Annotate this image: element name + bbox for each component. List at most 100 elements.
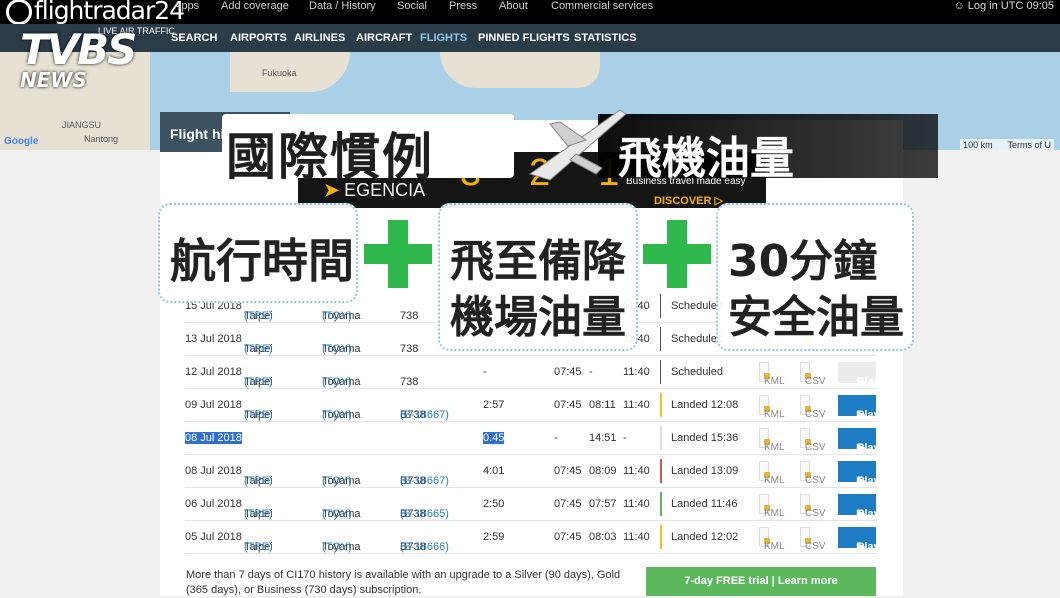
flight-status: Landed 12:02 bbox=[671, 531, 739, 543]
map-label-nantong: Nantong bbox=[84, 134, 119, 144]
history-footnote: More than 7 days of CI170 history is ava… bbox=[186, 569, 621, 596]
from-code[interactable]: (TPE) bbox=[244, 475, 273, 487]
from-code[interactable]: (TPE) bbox=[244, 508, 273, 520]
callout-flight-time-text: 航行時間 bbox=[170, 234, 354, 288]
table-row[interactable]: 12 Jul 2018 Taipei (TPE) Toyama (TOY) 738 -… bbox=[185, 356, 880, 389]
from-code[interactable]: (TPE) bbox=[244, 409, 273, 421]
to-code[interactable]: (TOY) bbox=[322, 343, 352, 355]
kml-label: KML bbox=[764, 541, 785, 552]
top-bar: flightradar24 Apps Add coverage Data / H… bbox=[0, 0, 1060, 25]
aircraft-reg[interactable]: (B-18667) bbox=[400, 475, 449, 487]
table-row[interactable]: 06 Jul 2018 Taipei (TPE) Toyama (TOY) B738 … bbox=[185, 488, 880, 521]
callout-reserve-fuel: 30分鐘 安全油量 bbox=[716, 203, 914, 351]
play-button[interactable]: ▶ Play bbox=[838, 428, 880, 454]
to-code[interactable]: (TOY) bbox=[322, 409, 352, 421]
flight-sta: 11:40 bbox=[623, 531, 650, 543]
kml-button[interactable]: KML bbox=[759, 461, 785, 486]
tab-statistics[interactable]: STATISTICS bbox=[574, 32, 637, 44]
csv-button[interactable]: CSV bbox=[800, 494, 826, 519]
banner-fuel: 飛機油量 bbox=[598, 114, 938, 184]
flight-status: Scheduled bbox=[671, 366, 723, 378]
flight-sta: 11:40 bbox=[623, 399, 650, 411]
play-button[interactable]: ▶ Play bbox=[838, 527, 880, 553]
flight-duration: 2:57 bbox=[483, 399, 505, 411]
status-indicator bbox=[660, 459, 662, 483]
aircraft-reg[interactable]: (B-18665) bbox=[400, 508, 449, 520]
to-code[interactable]: (TOY) bbox=[322, 310, 352, 322]
nav-add-coverage[interactable]: Add coverage bbox=[221, 0, 289, 12]
terms-link[interactable]: Terms of U bbox=[1007, 140, 1051, 150]
aircraft-reg[interactable]: (B-18667) bbox=[400, 442, 449, 454]
site-logo[interactable]: flightradar24 bbox=[6, 0, 185, 25]
tab-pinned-flights[interactable]: PINNED FLIGHTS bbox=[478, 32, 570, 44]
csv-button[interactable]: CSV bbox=[800, 362, 826, 387]
banner-fuel-text: 飛機油量 bbox=[618, 133, 794, 184]
play-button[interactable]: ▶ Play bbox=[838, 362, 880, 388]
flight-date: 12 Jul 2018 bbox=[185, 366, 242, 378]
tab-flights[interactable]: FLIGHTS bbox=[420, 32, 467, 44]
ad-discover[interactable]: DISCOVER ▷ bbox=[654, 194, 723, 207]
tab-aircraft[interactable]: AIRCRAFT bbox=[356, 32, 412, 44]
aircraft-type: 738 bbox=[400, 310, 419, 322]
nav-social[interactable]: Social bbox=[397, 0, 427, 12]
kml-button[interactable]: KML bbox=[759, 395, 785, 420]
flight-date: 08 Jul 2018 bbox=[185, 465, 242, 477]
nav-data-history[interactable]: Data / History bbox=[309, 0, 376, 12]
csv-button[interactable]: CSV bbox=[800, 527, 826, 552]
flight-atd: 08:11 bbox=[589, 399, 616, 411]
to-code[interactable]: (TOY) bbox=[322, 475, 352, 487]
flight-status: Landed 12:08 bbox=[671, 399, 739, 411]
csv-button[interactable]: CSV bbox=[800, 428, 826, 453]
tab-search[interactable]: SEARCH bbox=[171, 32, 217, 44]
to-code[interactable]: (TOY) bbox=[322, 442, 352, 454]
play-button[interactable]: ▶ Play bbox=[838, 494, 880, 520]
kml-button[interactable]: KML bbox=[759, 494, 785, 519]
flight-date: 06 Jul 2018 bbox=[185, 498, 242, 510]
table-row[interactable]: 09 Jul 2018 Taipei (TPE) Toyama (TOY) B738 … bbox=[185, 389, 880, 422]
status-indicator bbox=[660, 294, 663, 318]
from-code[interactable]: (TPE) bbox=[244, 343, 273, 355]
nav-apps[interactable]: Apps bbox=[174, 0, 199, 12]
login-link[interactable]: Log in bbox=[968, 0, 998, 12]
from-code[interactable]: (TPE) bbox=[244, 310, 273, 322]
to-code[interactable]: (TOY) bbox=[322, 376, 352, 388]
flight-duration: 2:50 bbox=[483, 498, 505, 510]
table-row[interactable]: 08 Jul 2018 Nagoya (NGO) Toyama (TOY) B738 … bbox=[185, 422, 880, 455]
play-button[interactable]: ▶ Play bbox=[838, 461, 880, 487]
airplane-icon bbox=[528, 109, 627, 181]
tvbs-text: TVBS bbox=[20, 25, 137, 74]
kml-button[interactable]: KML bbox=[759, 428, 785, 453]
plus-icon-2 bbox=[643, 220, 711, 288]
csv-button[interactable]: CSV bbox=[800, 461, 826, 486]
flight-duration: - bbox=[483, 366, 487, 378]
tab-airports[interactable]: AIRPORTS bbox=[230, 32, 287, 44]
from-code[interactable]: (TPE) bbox=[244, 376, 273, 388]
play-button[interactable]: ▶ Play bbox=[838, 395, 880, 421]
callout-reserve-line1: 30分鐘 bbox=[728, 236, 878, 287]
nav-commercial-services[interactable]: Commercial services bbox=[551, 0, 653, 12]
kml-button[interactable]: KML bbox=[759, 527, 785, 552]
radar-icon bbox=[6, 0, 32, 25]
callout-flight-time: 航行時間 bbox=[158, 203, 358, 303]
table-row[interactable]: 05 Jul 2018 Taipei (TPE) Toyama (TOY) B738 … bbox=[185, 521, 880, 554]
table-row[interactable]: 08 Jul 2018 Taipei (TPE) Toyama (TOY) B738 … bbox=[185, 455, 880, 488]
aircraft-type: 738 bbox=[400, 376, 419, 388]
to-code[interactable]: (TOY) bbox=[322, 508, 352, 520]
callout-alternate-fuel: 飛至備降 機場油量 bbox=[438, 203, 638, 351]
to-code[interactable]: (TOY) bbox=[322, 541, 352, 553]
nav-press[interactable]: Press bbox=[449, 0, 477, 12]
tvbs-logo: TVBS NEWS bbox=[20, 25, 137, 91]
kml-button[interactable]: KML bbox=[759, 362, 785, 387]
csv-button[interactable]: CSV bbox=[800, 395, 826, 420]
nav-about[interactable]: About bbox=[499, 0, 528, 12]
flight-date: 05 Jul 2018 bbox=[185, 531, 242, 543]
free-trial-button[interactable]: 7-day FREE trial | Learn more bbox=[646, 567, 876, 596]
from-code[interactable]: (TPE) bbox=[244, 541, 273, 553]
flight-sta: 11:40 bbox=[623, 498, 650, 510]
login-area[interactable]: ☺ Log in UTC 09:05 bbox=[953, 0, 1054, 12]
flight-atd: - bbox=[589, 366, 593, 378]
tab-airlines[interactable]: AIRLINES bbox=[294, 32, 345, 44]
aircraft-reg[interactable]: (B-18666) bbox=[400, 541, 449, 553]
aircraft-reg[interactable]: (B-18667) bbox=[400, 409, 449, 421]
from-code[interactable]: (NGO) bbox=[244, 442, 276, 454]
